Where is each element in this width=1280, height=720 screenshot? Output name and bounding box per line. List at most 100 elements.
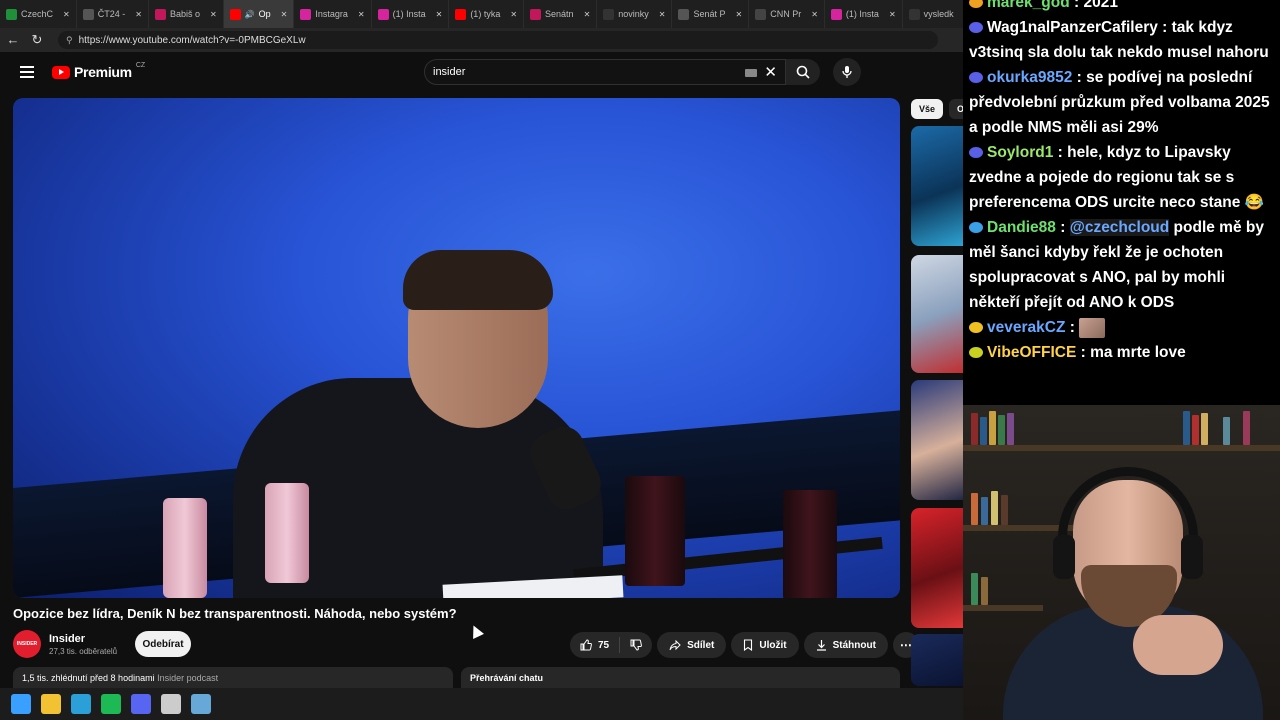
tab-label: novinky	[618, 9, 649, 19]
chat-badge-icon	[969, 222, 983, 234]
recommended-video-thumbnail[interactable]	[911, 126, 963, 246]
close-tab-icon[interactable]: ✕	[63, 10, 70, 19]
headphones	[1058, 467, 1198, 577]
chat-username[interactable]: Wag1nalPanzerCafilery	[987, 19, 1158, 36]
site-info-icon[interactable]: ⚲	[66, 35, 73, 46]
close-tab-icon[interactable]: ✕	[584, 10, 591, 19]
recommended-video-thumbnail[interactable]	[911, 380, 963, 500]
discord-icon[interactable]	[131, 694, 151, 714]
chip-all[interactable]: Vše	[911, 99, 944, 119]
browser-tab[interactable]: novinky ✕	[597, 0, 673, 28]
streamer-webcam	[963, 405, 1280, 720]
chat-username[interactable]: Dandie88	[987, 219, 1056, 236]
recommended-video-thumbnail[interactable]	[911, 508, 963, 628]
search-input[interactable]: insider ✕	[424, 59, 786, 85]
close-tab-icon[interactable]: ✕	[811, 10, 818, 19]
dislike-button[interactable]	[620, 639, 652, 651]
windows-start-icon[interactable]	[11, 694, 31, 714]
like-button[interactable]: 75	[570, 637, 621, 653]
description-tag[interactable]: Insider podcast	[157, 673, 218, 683]
close-tab-icon[interactable]: ✕	[210, 10, 217, 19]
microphone-icon	[842, 66, 852, 78]
menu-icon[interactable]	[20, 66, 34, 78]
keyboard-icon[interactable]	[745, 69, 757, 77]
voice-search-button[interactable]	[833, 58, 861, 86]
close-tab-icon[interactable]: ✕	[436, 10, 443, 19]
chat-message: Soylord1 : hele, kdyz to Lipavsky zvedne…	[969, 144, 1264, 211]
browser-tab[interactable]: Senát P ✕	[672, 0, 750, 28]
obs-icon[interactable]	[161, 694, 181, 714]
close-tab-icon[interactable]: ✕	[736, 10, 743, 19]
close-tab-icon[interactable]: ✕	[358, 10, 365, 19]
browser-tab[interactable]: (1) Insta ✕	[825, 0, 903, 28]
download-icon	[816, 640, 826, 651]
file-explorer-icon[interactable]	[41, 694, 61, 714]
recommended-video-thumbnail[interactable]	[911, 255, 963, 373]
share-label: Sdílet	[687, 639, 715, 651]
audio-playing-icon[interactable]: 🔊	[245, 10, 255, 19]
tab-label: ČT24 -	[97, 9, 126, 19]
channel-avatar[interactable]: INSIDER	[13, 630, 41, 658]
video-actions: 75 Sdílet Uložit Stáhnout ⋯	[570, 632, 919, 658]
search-button[interactable]	[786, 59, 820, 85]
browser-tab[interactable]: vysledk✕	[903, 0, 963, 28]
like-count: 75	[598, 639, 610, 651]
back-icon[interactable]: ←	[6, 33, 20, 47]
save-label: Uložit	[759, 639, 787, 651]
region-code: CZ	[135, 61, 146, 69]
tab-label: Senátn	[545, 9, 574, 19]
book	[1243, 411, 1250, 445]
like-dislike-group: 75	[570, 632, 653, 658]
recommended-video-thumbnail[interactable]	[911, 634, 963, 686]
browser-tab[interactable]: (1) tyka ✕	[449, 0, 525, 28]
youtube-icon	[229, 8, 241, 20]
spreadsheet-icon	[6, 8, 17, 20]
chat-username[interactable]: veverakCZ	[987, 319, 1065, 336]
close-tab-icon[interactable]: ✕	[510, 10, 517, 19]
reload-icon[interactable]: ↻	[30, 33, 44, 47]
description-box[interactable]: 1,5 tis. zhlédnutí před 8 hodinami Insid…	[13, 667, 453, 688]
close-tab-icon[interactable]: ✕	[659, 10, 666, 19]
edge-browser-icon[interactable]	[71, 694, 91, 714]
url-field[interactable]: ⚲ https://www.youtube.com/watch?v=-0PMBC…	[58, 31, 938, 49]
book	[989, 411, 996, 445]
browser-tab[interactable]: (1) Insta ✕	[372, 0, 450, 28]
chat-badge-icon	[969, 72, 983, 84]
chat-username[interactable]: okurka9852	[987, 69, 1072, 86]
headphone-earcup	[1181, 535, 1203, 579]
chat-username[interactable]: marek_god	[987, 0, 1070, 11]
save-button[interactable]: Uložit	[731, 632, 799, 658]
subscribe-button[interactable]: Odebírat	[135, 631, 191, 657]
channel-name[interactable]: Insider	[49, 633, 117, 645]
tab-label: (1) tyka	[470, 9, 501, 19]
browser-tab[interactable]: 🔊 Op ✕	[223, 0, 295, 28]
bookshelf	[963, 525, 1073, 531]
chat-mention: @czechcloud	[1069, 219, 1170, 236]
chat-replay-panel[interactable]: Přehrávání chatu	[461, 667, 900, 688]
share-button[interactable]: Sdílet	[657, 632, 727, 658]
steam-icon[interactable]	[191, 694, 211, 714]
book	[971, 413, 978, 445]
browser-tab[interactable]: CzechC ✕	[0, 0, 77, 28]
browser-tab[interactable]: CNN Pr ✕	[749, 0, 825, 28]
chat-username[interactable]: Soylord1	[987, 144, 1053, 161]
browser-tab[interactable]: Instagra ✕	[294, 0, 372, 28]
book	[1007, 413, 1014, 445]
chat-username[interactable]: VibeOFFICE	[987, 344, 1076, 361]
video-player[interactable]	[13, 98, 900, 598]
browser-tab[interactable]: ČT24 - ✕	[77, 0, 149, 28]
close-tab-icon[interactable]: ✕	[889, 10, 896, 19]
chip-second[interactable]: O	[949, 99, 963, 119]
download-button[interactable]: Stáhnout	[803, 632, 888, 658]
bookshelf	[963, 605, 1043, 611]
book	[980, 417, 987, 445]
spotify-icon[interactable]	[101, 694, 121, 714]
youtube-logo[interactable]: Premium CZ	[52, 61, 146, 80]
book	[1192, 415, 1199, 445]
close-tab-icon[interactable]: ✕	[135, 10, 142, 19]
browser-tab[interactable]: Babiš o ✕	[149, 0, 224, 28]
close-tab-icon[interactable]: ✕	[281, 10, 288, 19]
browser-tab[interactable]: Senátn ✕	[524, 0, 598, 28]
clear-search-icon[interactable]: ✕	[764, 63, 777, 81]
video-host-hair	[403, 250, 553, 310]
